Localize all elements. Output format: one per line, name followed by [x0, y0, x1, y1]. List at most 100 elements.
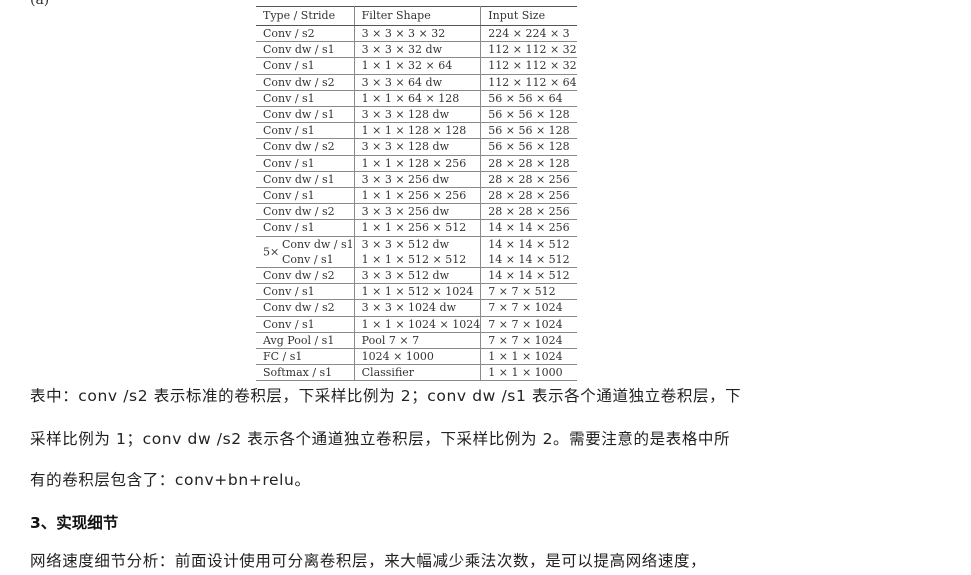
cell-input-size: 28 × 28 × 256 — [480, 187, 577, 205]
cell-filter-shape: 1 × 1 × 1024 × 1024 — [354, 316, 482, 333]
figure-label: (a) — [30, 0, 50, 8]
cell-filter-shape: 3 × 3 × 128 dw — [354, 106, 482, 124]
header-filter-shape: Filter Shape — [354, 6, 482, 26]
table-row: Conv / s1 1 × 1 × 128 × 128 56 × 56 × 128 — [256, 122, 577, 140]
table-row: Conv / s2 3 × 3 × 3 × 32 224 × 224 × 3 — [256, 25, 577, 43]
table-row: Conv dw / s2 3 × 3 × 256 dw 28 × 28 × 256 — [256, 203, 577, 221]
cell-filter-shape: 1024 × 1000 — [354, 348, 482, 366]
cell-type-stride: Conv / s1 — [256, 187, 355, 205]
cell-input-size: 56 × 56 × 128 — [480, 122, 577, 140]
repeated-value-line: 14 × 14 × 512 — [488, 237, 570, 251]
repeated-value-line: 14 × 14 × 512 — [488, 252, 570, 266]
cell-input-size: 28 × 28 × 256 — [480, 171, 577, 189]
cell-filter-shape: 3 × 3 × 64 dw — [354, 74, 482, 91]
table-row: Conv dw / s2 3 × 3 × 128 dw 56 × 56 × 128 — [256, 138, 577, 156]
cell-filter-shape: 1 × 1 × 128 × 256 — [354, 155, 482, 172]
paragraph-3: 有的卷积层包含了：conv+bn+relu。 — [30, 471, 311, 489]
architecture-table-container: Type / Stride Filter Shape Input Size Co… — [256, 6, 577, 382]
table-row: Conv / s1 1 × 1 × 32 × 64 112 × 112 × 32 — [256, 57, 577, 75]
cell-input-size: 7 × 7 × 1024 — [480, 332, 577, 350]
cell-type-stride: Conv dw / s1 — [256, 171, 355, 189]
cell-filter-shape: 1 × 1 × 32 × 64 — [354, 57, 482, 75]
cell-input-size: 7 × 7 × 512 — [480, 283, 577, 301]
cell-filter-shape: 3 × 3 × 512 dw — [354, 267, 482, 285]
paragraph-4: 网络速度细节分析：前面设计使用可分离卷积层，来大幅减少乘法次数，是可以提高网络速… — [30, 552, 707, 570]
cell-filter-shape: 3 × 3 × 256 dw — [354, 171, 482, 189]
table-row: Conv dw / s2 3 × 3 × 64 dw 112 × 112 × 64 — [256, 74, 577, 91]
cell-type-stride-repeated: 5× Conv dw / s1 Conv / s1 — [256, 236, 355, 269]
cell-filter-shape: 3 × 3 × 128 dw — [354, 138, 482, 156]
cell-type-stride: Conv / s1 — [256, 316, 355, 333]
table-row: Conv dw / s2 3 × 3 × 512 dw 14 × 14 × 512 — [256, 267, 577, 285]
cell-input-size: 1 × 1 × 1000 — [480, 364, 577, 382]
cell-input-size: 7 × 7 × 1024 — [480, 299, 577, 317]
cell-input-size: 112 × 112 × 64 — [480, 74, 577, 91]
repeat-multiplier: 5× — [263, 245, 280, 259]
cell-type-stride: FC / s1 — [256, 348, 355, 366]
cell-input-size: 28 × 28 × 128 — [480, 155, 577, 172]
cell-input-size: 56 × 56 × 128 — [480, 138, 577, 156]
cell-input-size: 28 × 28 × 256 — [480, 203, 577, 221]
table-row: Conv / s1 1 × 1 × 64 × 128 56 × 56 × 64 — [256, 90, 577, 108]
cell-input-size: 112 × 112 × 32 — [480, 57, 577, 75]
cell-type-stride: Conv / s1 — [256, 283, 355, 301]
table-row: Softmax / s1 Classifier 1 × 1 × 1000 — [256, 364, 577, 382]
cell-input-size: 56 × 56 × 64 — [480, 90, 577, 108]
cell-input-size: 224 × 224 × 3 — [480, 25, 577, 43]
table-row: Conv / s1 1 × 1 × 512 × 1024 7 × 7 × 512 — [256, 283, 577, 301]
architecture-table: Type / Stride Filter Shape Input Size Co… — [256, 6, 577, 382]
repeated-value-line: 1 × 1 × 512 × 512 — [361, 252, 467, 266]
cell-type-stride: Conv / s1 — [256, 90, 355, 108]
cell-filter-shape: 3 × 3 × 3 × 32 — [354, 25, 482, 43]
cell-type-stride: Conv / s1 — [256, 155, 355, 172]
table-row: Conv dw / s2 3 × 3 × 1024 dw 7 × 7 × 1024 — [256, 299, 577, 317]
cell-filter-shape: Pool 7 × 7 — [354, 332, 482, 350]
cell-type-stride: Avg Pool / s1 — [256, 332, 355, 350]
cell-input-size: 1 × 1 × 1024 — [480, 348, 577, 366]
cell-type-stride: Conv dw / s2 — [256, 267, 355, 285]
table-body: Conv / s2 3 × 3 × 3 × 32 224 × 224 × 3 Conv… — [256, 25, 577, 382]
cell-type-stride: Conv / s1 — [256, 122, 355, 140]
cell-input-size: 56 × 56 × 128 — [480, 106, 577, 124]
cell-input-size: 14 × 14 × 256 — [480, 219, 577, 237]
cell-type-stride: Conv dw / s2 — [256, 299, 355, 317]
table-row: Conv / s1 1 × 1 × 128 × 256 28 × 28 × 128 — [256, 155, 577, 172]
cell-filter-shape: 3 × 3 × 32 dw — [354, 41, 482, 59]
repeated-type-line: Conv dw / s1 — [282, 237, 354, 251]
cell-filter-shape: 3 × 3 × 256 dw — [354, 203, 482, 221]
cell-filter-shape: 1 × 1 × 256 × 512 — [354, 219, 482, 237]
cell-filter-shape: Classifier — [354, 364, 482, 382]
cell-filter-shape: 1 × 1 × 128 × 128 — [354, 122, 482, 140]
cell-type-stride: Softmax / s1 — [256, 364, 355, 382]
repeated-type-line: Conv / s1 — [282, 252, 334, 266]
cell-type-stride: Conv / s1 — [256, 57, 355, 75]
cell-filter-shape: 1 × 1 × 64 × 128 — [354, 90, 482, 108]
header-type-stride: Type / Stride — [256, 6, 355, 26]
cell-type-stride: Conv dw / s2 — [256, 74, 355, 91]
cell-input-size: 7 × 7 × 1024 — [480, 316, 577, 333]
table-row: Avg Pool / s1 Pool 7 × 77 × 7 × 1024 — [256, 332, 577, 350]
cell-input-size-repeated: 14 × 14 × 512 14 × 14 × 512 — [480, 236, 577, 269]
cell-type-stride: Conv / s2 — [256, 25, 355, 43]
cell-input-size: 14 × 14 × 512 — [480, 267, 577, 285]
repeated-value-line: 3 × 3 × 512 dw — [361, 237, 450, 251]
cell-filter-shape: 1 × 1 × 512 × 1024 — [354, 283, 482, 301]
cell-type-stride: Conv dw / s2 — [256, 138, 355, 156]
cell-filter-shape: 1 × 1 × 256 × 256 — [354, 187, 482, 205]
paragraph-1: 表中：conv /s2 表示标准的卷积层，下采样比例为 2；conv dw /s… — [30, 387, 742, 405]
cell-type-stride: Conv dw / s1 — [256, 41, 355, 59]
cell-input-size: 112 × 112 × 32 — [480, 41, 577, 59]
table-header-row: Type / Stride Filter Shape Input Size — [256, 6, 577, 26]
cell-type-stride: Conv / s1 — [256, 219, 355, 237]
table-row: FC / s1 1024 × 1000 1 × 1 × 1024 — [256, 348, 577, 366]
cell-filter-shape-repeated: 3 × 3 × 512 dw 1 × 1 × 512 × 512 — [354, 236, 482, 269]
table-row: Conv dw / s1 3 × 3 × 256 dw 28 × 28 × 256 — [256, 171, 577, 189]
section-heading: 3、实现细节 — [30, 514, 119, 532]
paragraph-2: 采样比例为 1；conv dw /s2 表示各个通道独立卷积层，下采样比例为 2… — [30, 430, 731, 448]
table-row-repeated-block: 5× Conv dw / s1 Conv / s1 3 × 3 × 512 dw 1 ×… — [256, 236, 577, 269]
cell-filter-shape: 3 × 3 × 1024 dw — [354, 299, 482, 317]
table-row: Conv / s1 1 × 1 × 1024 × 1024 7 × 7 × 1024 — [256, 316, 577, 333]
header-input-size: Input Size — [480, 6, 577, 26]
cell-type-stride: Conv dw / s1 — [256, 106, 355, 124]
table-row: Conv dw / s1 3 × 3 × 128 dw 56 × 56 × 128 — [256, 106, 577, 124]
